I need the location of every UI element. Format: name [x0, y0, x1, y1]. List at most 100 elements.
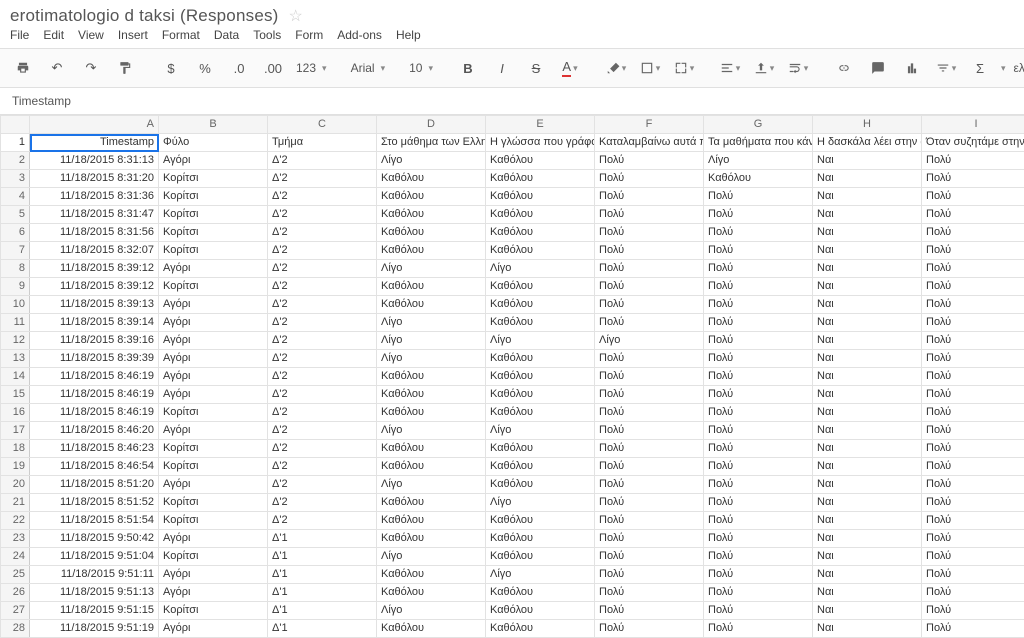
cell[interactable]: Πολύ — [595, 386, 704, 404]
header-cell[interactable]: Τμήμα — [268, 134, 377, 152]
cell[interactable]: Πολύ — [922, 278, 1024, 296]
column-header-F[interactable]: F — [595, 116, 704, 134]
cell[interactable]: Δ'1 — [268, 620, 377, 638]
input-language-button[interactable]: ελ▾ — [1010, 61, 1024, 75]
cell[interactable]: Ναι — [813, 548, 922, 566]
cell[interactable]: Αγόρι — [159, 620, 268, 638]
cell[interactable]: Καθόλου — [486, 548, 595, 566]
cell[interactable]: Ναι — [813, 206, 922, 224]
cell[interactable]: Ναι — [813, 404, 922, 422]
row-header[interactable]: 28 — [1, 620, 30, 638]
cell[interactable]: Πολύ — [704, 584, 813, 602]
cell[interactable]: Δ'1 — [268, 602, 377, 620]
cell[interactable]: Πολύ — [922, 224, 1024, 242]
spreadsheet-grid[interactable]: ABCDEFGHIJ1TimestampΦύλοΤμήμαΣτο μάθημα … — [0, 115, 1024, 638]
cell[interactable]: Πολύ — [595, 476, 704, 494]
row-header[interactable]: 21 — [1, 494, 30, 512]
cell[interactable]: Καθόλου — [486, 188, 595, 206]
cell[interactable]: 11/18/2015 9:51:13 — [30, 584, 159, 602]
cell[interactable]: Δ'1 — [268, 548, 377, 566]
cell[interactable]: Πολύ — [704, 188, 813, 206]
cell[interactable]: Πολύ — [922, 602, 1024, 620]
print-button[interactable] — [8, 57, 38, 79]
cell[interactable]: Πολύ — [595, 404, 704, 422]
menu-addons[interactable]: Add-ons — [337, 28, 382, 42]
cell[interactable]: Λίγο — [377, 548, 486, 566]
cell[interactable]: Καθόλου — [486, 440, 595, 458]
cell[interactable]: Πολύ — [595, 548, 704, 566]
cell[interactable]: Ναι — [813, 296, 922, 314]
document-title[interactable]: erotimatologio d taksi (Responses) — [10, 6, 279, 26]
cell[interactable]: Πολύ — [922, 314, 1024, 332]
column-header-B[interactable]: B — [159, 116, 268, 134]
header-cell[interactable]: Καταλαμβαίνω αυτά που — [595, 134, 704, 152]
cell[interactable]: Πολύ — [595, 440, 704, 458]
cell[interactable]: Πολύ — [704, 602, 813, 620]
row-header[interactable]: 5 — [1, 206, 30, 224]
select-all-cell[interactable] — [1, 116, 30, 134]
cell[interactable]: 11/18/2015 8:39:12 — [30, 278, 159, 296]
header-cell[interactable]: Φύλο — [159, 134, 268, 152]
cell[interactable]: Καθόλου — [486, 584, 595, 602]
cell[interactable]: Πολύ — [922, 332, 1024, 350]
cell[interactable]: 11/18/2015 8:31:13 — [30, 152, 159, 170]
cell[interactable]: Αγόρι — [159, 260, 268, 278]
row-header[interactable]: 6 — [1, 224, 30, 242]
cell[interactable]: Καθόλου — [486, 170, 595, 188]
header-cell[interactable]: Στο μάθημα των Ελληνικ — [377, 134, 486, 152]
cell[interactable]: Πολύ — [704, 278, 813, 296]
cell[interactable]: Πολύ — [704, 206, 813, 224]
cell[interactable]: Καθόλου — [486, 386, 595, 404]
cell[interactable]: 11/18/2015 8:46:54 — [30, 458, 159, 476]
cell[interactable]: 11/18/2015 8:46:23 — [30, 440, 159, 458]
cell[interactable]: Δ'1 — [268, 530, 377, 548]
cell[interactable]: Ναι — [813, 512, 922, 530]
cell[interactable]: Πολύ — [595, 242, 704, 260]
font-size-select[interactable]: 10▾ — [405, 61, 437, 75]
cell[interactable]: Πολύ — [704, 386, 813, 404]
header-cell[interactable]: Timestamp — [30, 134, 159, 152]
cell[interactable]: 11/18/2015 8:31:47 — [30, 206, 159, 224]
cell[interactable]: Ναι — [813, 494, 922, 512]
cell[interactable]: Αγόρι — [159, 386, 268, 404]
undo-button[interactable]: ↶ — [42, 57, 72, 79]
cell[interactable]: Πολύ — [704, 620, 813, 638]
cell[interactable]: Πολύ — [595, 602, 704, 620]
cell[interactable]: Καθόλου — [486, 152, 595, 170]
cell[interactable]: Καθόλου — [377, 386, 486, 404]
cell[interactable]: Πολύ — [922, 350, 1024, 368]
cell[interactable]: Καθόλου — [486, 206, 595, 224]
cell[interactable]: Αγόρι — [159, 314, 268, 332]
cell[interactable]: Καθόλου — [377, 494, 486, 512]
row-header[interactable]: 27 — [1, 602, 30, 620]
name-box[interactable]: Timestamp — [8, 92, 136, 110]
cell[interactable]: Κορίτσι — [159, 512, 268, 530]
cell[interactable]: Δ'2 — [268, 422, 377, 440]
cell[interactable]: Ναι — [813, 152, 922, 170]
cell[interactable]: 11/18/2015 8:39:16 — [30, 332, 159, 350]
cell[interactable]: Δ'2 — [268, 386, 377, 404]
star-icon[interactable]: ☆ — [289, 6, 303, 26]
cell[interactable]: Καθόλου — [377, 620, 486, 638]
cell[interactable]: Αγόρι — [159, 530, 268, 548]
font-family-select[interactable]: Arial▾ — [347, 61, 390, 75]
cell[interactable]: Λίγο — [377, 332, 486, 350]
cell[interactable]: Καθόλου — [486, 476, 595, 494]
cell[interactable]: Κορίτσι — [159, 548, 268, 566]
cell[interactable]: Λίγο — [377, 260, 486, 278]
vertical-align-button[interactable]: ▾ — [749, 57, 779, 79]
cell[interactable]: Δ'2 — [268, 458, 377, 476]
cell[interactable]: Ναι — [813, 170, 922, 188]
cell[interactable]: 11/18/2015 8:51:52 — [30, 494, 159, 512]
row-header[interactable]: 14 — [1, 368, 30, 386]
menu-insert[interactable]: Insert — [118, 28, 148, 42]
cell[interactable]: Πολύ — [922, 404, 1024, 422]
cell[interactable]: Ναι — [813, 584, 922, 602]
insert-comment-button[interactable] — [863, 57, 893, 79]
cell[interactable]: Πολύ — [922, 152, 1024, 170]
cell[interactable]: Πολύ — [595, 458, 704, 476]
row-header[interactable]: 26 — [1, 584, 30, 602]
cell[interactable]: Πολύ — [922, 188, 1024, 206]
cell[interactable]: Δ'2 — [268, 206, 377, 224]
insert-chart-button[interactable] — [897, 57, 927, 79]
